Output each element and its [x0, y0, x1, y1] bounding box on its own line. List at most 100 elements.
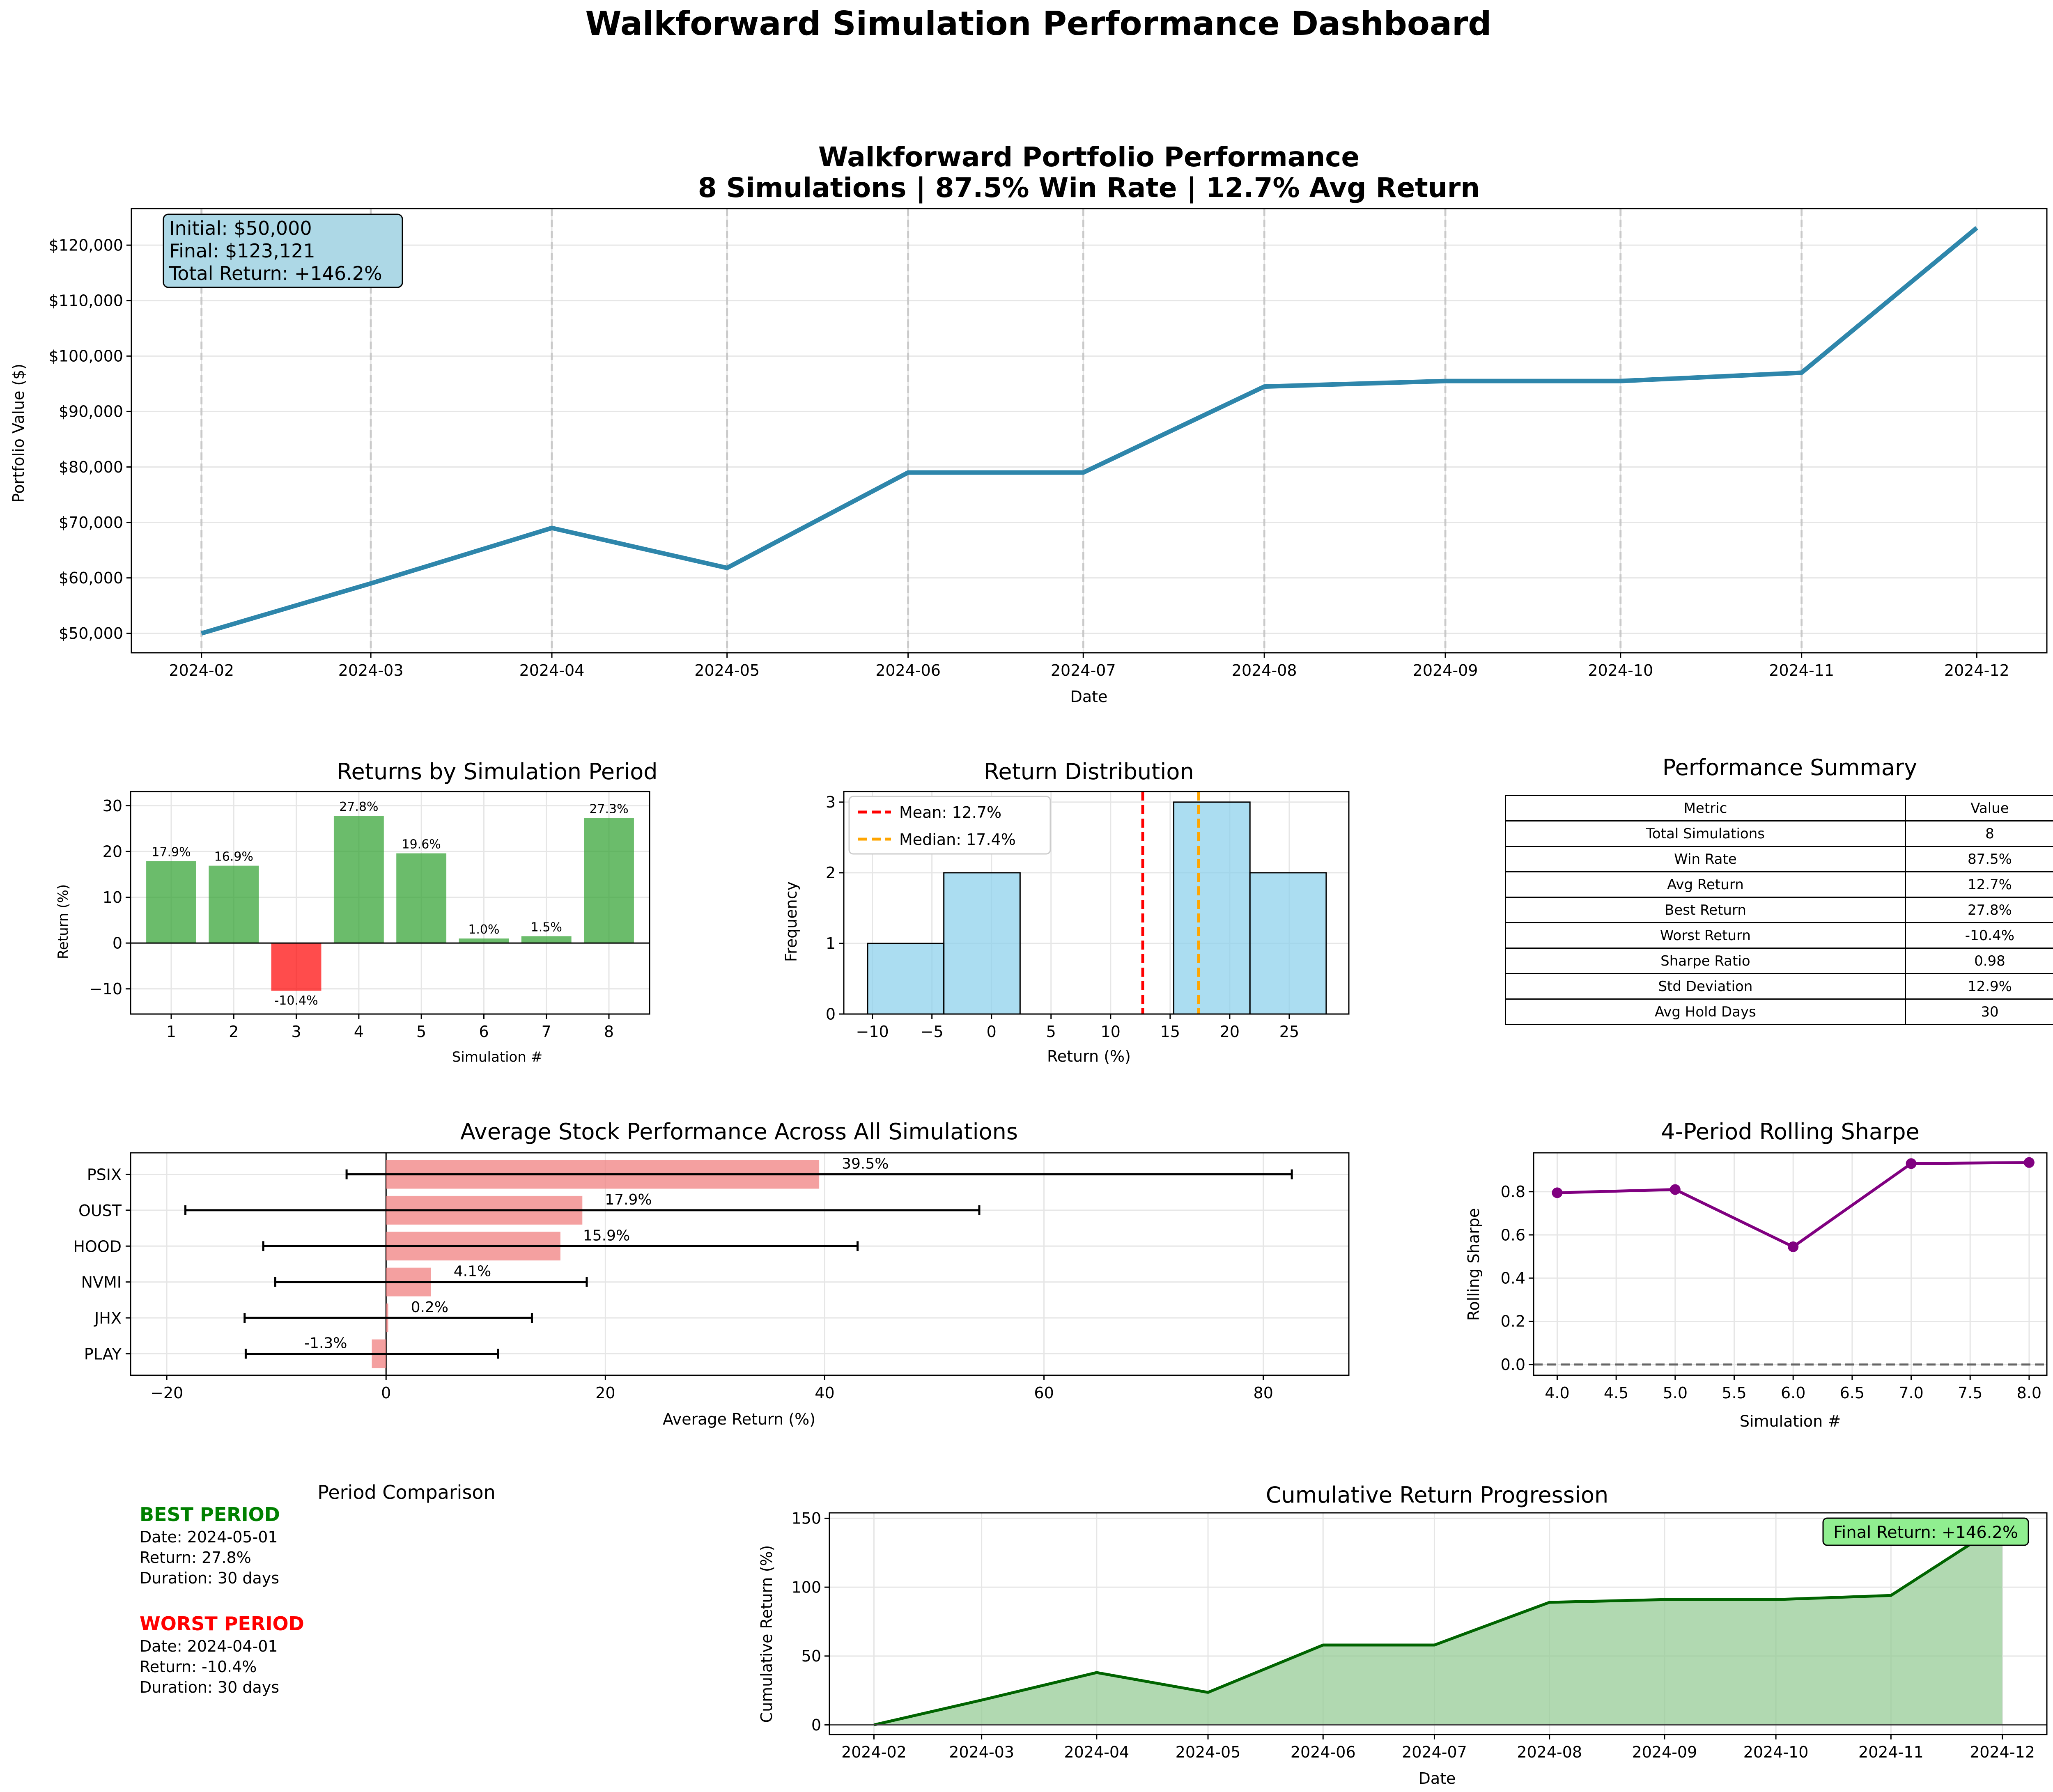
- legend-mean-label: Mean: 12.7%: [899, 803, 1001, 821]
- worst-period-duration: Duration: 30 days: [140, 1678, 280, 1696]
- distribution-x-tick-label: 20: [1220, 1023, 1240, 1041]
- cumulative-x-tick-label: 2024-07: [1402, 1743, 1467, 1761]
- portfolio-x-tick-label: 2024-05: [694, 661, 760, 679]
- portfolio-frame: [131, 208, 2048, 654]
- return-bar-label: 17.9%: [152, 845, 191, 860]
- table-cell: Avg Return: [1505, 871, 1906, 898]
- portfolio-x-tick-label: 2024-08: [1232, 661, 1297, 679]
- sharpe-x-tick-label: 5.0: [1663, 1384, 1688, 1402]
- return-bar: [396, 853, 447, 943]
- cumulative-area: [874, 1524, 2002, 1725]
- portfolio-y-tick-label: $90,000: [59, 403, 123, 421]
- distribution-xlabel: Return (%): [1047, 1047, 1131, 1065]
- legend-median-label: Median: 17.4%: [899, 831, 1016, 849]
- sharpe-point: [2023, 1157, 2035, 1168]
- sharpe-x-tick-label: 8.0: [2017, 1384, 2042, 1402]
- portfolio-y-tick-label: $110,000: [49, 292, 123, 310]
- sharpe-point: [1788, 1241, 1799, 1252]
- return-bar-label: 1.5%: [531, 920, 562, 934]
- distribution-y-tick-label: 3: [826, 793, 836, 811]
- portfolio-info-line: Initial: $50,000: [169, 217, 312, 239]
- table-cell: 0.98: [1904, 948, 2053, 974]
- sharpe-title: 4-Period Rolling Sharpe: [1661, 1119, 1920, 1145]
- returns-title: Returns by Simulation Period: [337, 759, 657, 785]
- best-period-date: Date: 2024-05-01: [140, 1528, 278, 1546]
- distribution-x-tick-label: 15: [1160, 1023, 1180, 1041]
- cumulative-x-tick-label: 2024-11: [1858, 1743, 1924, 1761]
- sharpe-x-tick-label: 7.0: [1899, 1384, 1923, 1402]
- portfolio-y-tick-label: $70,000: [59, 514, 123, 532]
- portfolio-x-tick-label: 2024-06: [875, 661, 941, 679]
- return-bar: [459, 938, 509, 943]
- portfolio-x-tick-label: 2024-04: [519, 661, 585, 679]
- stock-bar-label: 0.2%: [411, 1299, 448, 1316]
- portfolio-y-tick-label: $120,000: [49, 236, 123, 254]
- returns-x-tick-label: 4: [354, 1023, 364, 1041]
- histogram-bar: [1173, 801, 1251, 1015]
- sharpe-y-tick-label: 0.2: [1501, 1312, 1525, 1331]
- sharpe-point: [1906, 1158, 1917, 1169]
- portfolio-chart: Walkforward Portfolio Performance 8 Simu…: [9, 141, 2048, 706]
- best-period-heading: BEST PERIOD: [140, 1503, 280, 1526]
- stock-bar-label: 39.5%: [842, 1155, 889, 1172]
- returns-x-tick-label: 1: [166, 1023, 176, 1041]
- portfolio-x-tick-label: 2024-07: [1051, 661, 1116, 679]
- stock-ticker-label: HOOD: [73, 1237, 122, 1255]
- cumulative-ylabel: Cumulative Return (%): [758, 1545, 776, 1723]
- final-return-label: Final Return: +146.2%: [1833, 1523, 2018, 1542]
- best-period-return: Return: 27.8%: [140, 1549, 251, 1567]
- returns-y-tick-label: 10: [103, 888, 122, 906]
- table-cell: Avg Hold Days: [1505, 998, 1906, 1025]
- return-bar: [333, 816, 384, 943]
- worst-period-heading: WORST PERIOD: [140, 1613, 304, 1635]
- cumulative-y-tick-label: 150: [791, 1510, 821, 1528]
- return-bar: [271, 943, 321, 991]
- table-cell: Best Return: [1505, 897, 1906, 923]
- cumulative-title: Cumulative Return Progression: [1266, 1482, 1608, 1508]
- histogram-bar: [1249, 872, 1327, 1015]
- stocks-x-tick-label: 20: [595, 1384, 615, 1402]
- table-cell: Sharpe Ratio: [1505, 948, 1906, 974]
- table-cell: 27.8%: [1904, 897, 2053, 923]
- histogram-bar: [867, 943, 945, 1015]
- returns-xlabel: Simulation #: [452, 1049, 542, 1065]
- sharpe-ylabel: Rolling Sharpe: [1465, 1208, 1483, 1321]
- sharpe-x-tick-label: 6.0: [1781, 1384, 1805, 1402]
- sharpe-x-tick-label: 4.0: [1545, 1384, 1569, 1402]
- summary-title: Performance Summary: [1662, 755, 1918, 780]
- portfolio-y-tick-label: $50,000: [59, 624, 123, 642]
- period-comparison-title: Period Comparison: [317, 1481, 496, 1503]
- returns-y-tick-label: 20: [103, 842, 122, 860]
- sharpe-xlabel: Simulation #: [1740, 1412, 1841, 1430]
- stock-bar-label: 4.1%: [454, 1263, 491, 1280]
- cumulative-x-tick-label: 2024-08: [1517, 1743, 1582, 1761]
- table-row: Best Return 27.8%: [1505, 897, 2053, 923]
- return-bar: [209, 865, 259, 943]
- distribution-y-tick-label: 1: [826, 934, 836, 952]
- return-bar: [521, 936, 572, 943]
- stocks-chart: Average Stock Performance Across All Sim…: [73, 1119, 1350, 1428]
- portfolio-x-tick-label: 2024-09: [1413, 661, 1478, 679]
- worst-period-return: Return: -10.4%: [140, 1658, 257, 1676]
- return-bar-label: 27.8%: [339, 800, 378, 814]
- stock-bar-label: -1.3%: [304, 1335, 347, 1352]
- stock-bar-label: 17.9%: [605, 1191, 652, 1208]
- cumulative-xlabel: Date: [1419, 1769, 1456, 1787]
- stocks-x-tick-label: 60: [1034, 1384, 1054, 1402]
- portfolio-info-line: Total Return: +146.2%: [169, 262, 382, 285]
- returns-x-tick-label: 6: [479, 1023, 489, 1041]
- stocks-x-tick-label: 80: [1254, 1384, 1273, 1402]
- return-bar-label: 16.9%: [214, 850, 253, 864]
- cumulative-x-tick-label: 2024-06: [1291, 1743, 1356, 1761]
- sharpe-chart: 4-Period Rolling Sharpe Simulation # Rol…: [1465, 1119, 2048, 1430]
- cumulative-y-tick-label: 100: [791, 1578, 821, 1596]
- table-cell: 30: [1904, 998, 2053, 1025]
- portfolio-ylabel: Portfolio Value ($): [9, 364, 28, 503]
- returns-y-tick-label: 0: [113, 934, 122, 952]
- returns-y-tick-label: −10: [90, 980, 122, 998]
- cumulative-y-tick-label: 0: [811, 1716, 821, 1734]
- sharpe-y-tick-label: 0.6: [1501, 1226, 1525, 1244]
- cumulative-x-tick-label: 2024-03: [949, 1743, 1014, 1761]
- distribution-chart: Return Distribution Return (%) Frequency…: [782, 759, 1350, 1065]
- returns-frame: [130, 791, 650, 1015]
